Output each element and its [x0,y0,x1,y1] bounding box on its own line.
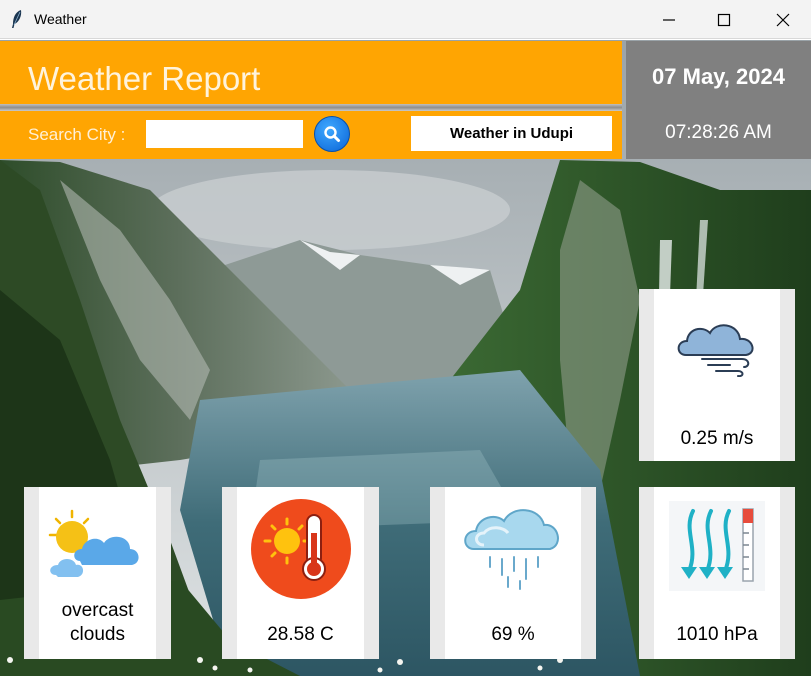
maximize-icon [717,13,731,26]
close-button[interactable] [757,0,809,39]
humidity-card: 69 % [430,487,596,659]
wind-speed-card: 0.25 m/s [639,289,795,461]
maximize-button[interactable] [698,0,750,39]
feather-icon [12,10,22,28]
close-icon [776,13,790,26]
weather-description-text: overcast clouds [39,599,156,647]
temperature-card: 28.58 C [222,487,379,659]
search-button[interactable] [314,116,350,152]
description-line-1: overcast [61,600,134,621]
thermometer-sun-icon [250,499,351,599]
description-line-2: clouds [70,624,125,645]
temperature-value: 28.58 C [267,624,334,645]
sun-cloud-icon [48,509,139,577]
current-time: 07:28:26 AM [665,122,772,143]
pressure-gauge-icon [669,501,765,591]
minimize-icon [663,18,675,21]
search-city-input[interactable] [146,120,303,148]
search-city-label: Search City : [28,125,126,144]
pressure-card: 1010 hPa [639,487,795,659]
window-title: Weather [34,11,87,27]
weather-description-card: overcast clouds [24,487,171,659]
weather-location-label: Weather in Udupi [411,116,612,151]
header-divider [0,104,622,111]
wind-cloud-icon [677,324,754,377]
minimize-button[interactable] [643,0,695,39]
page-title: Weather Report [28,60,261,97]
window-titlebar: Weather [0,0,811,39]
pressure-value: 1010 hPa [676,624,758,645]
current-date: 07 May, 2024 [652,64,785,89]
humidity-value: 69 % [491,624,535,645]
search-icon [324,126,340,142]
wind-speed-value: 0.25 m/s [680,428,754,449]
rain-cloud-icon [464,509,559,590]
